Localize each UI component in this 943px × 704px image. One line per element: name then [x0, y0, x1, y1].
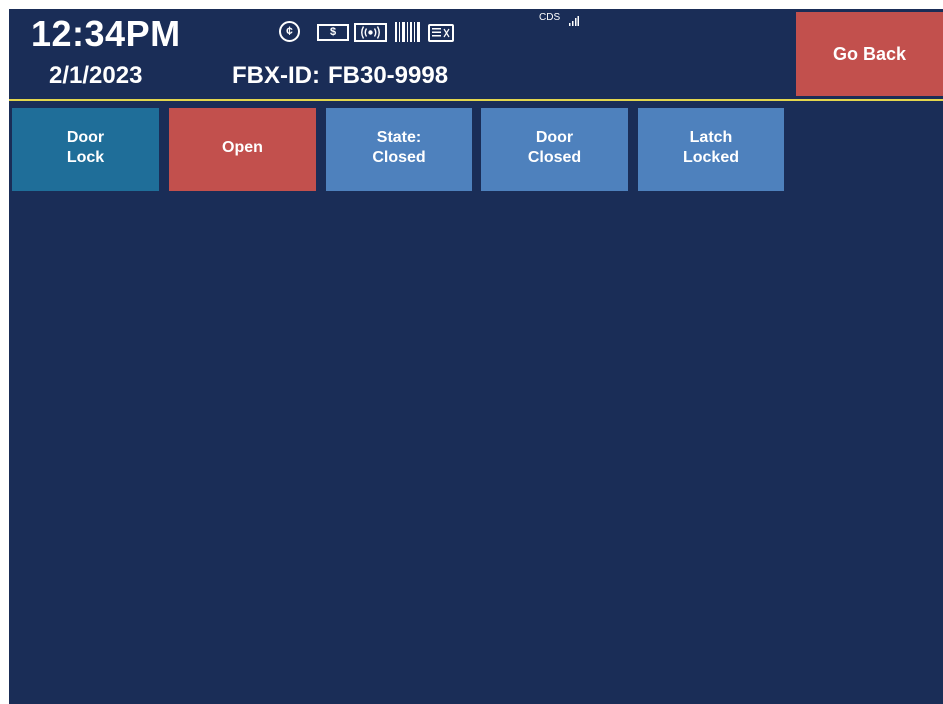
current-date: 2/1/2023 [49, 62, 143, 89]
fbx-id-value: FB30-9998 [327, 62, 449, 89]
network-status-text: CDS [539, 12, 561, 23]
kiosk-screen: 12:34PM 2/1/2023 FBX-ID: FB30-9998 ¢ $ C… [9, 9, 943, 704]
clock-time: 12:34PM [31, 13, 181, 54]
door-lock-button[interactable]: Door Lock [12, 108, 159, 191]
fbx-id-label: FBX-ID: [232, 62, 320, 89]
coin-icon: ¢ [279, 21, 300, 42]
signal-icon [569, 13, 579, 31]
door-status-indicator: Door Closed [481, 108, 628, 191]
nfc-icon [354, 23, 387, 42]
state-indicator: State: Closed [326, 108, 472, 191]
open-button[interactable]: Open [169, 108, 316, 191]
header-bar: 12:34PM 2/1/2023 FBX-ID: FB30-9998 ¢ $ C… [9, 9, 943, 99]
header-divider [9, 99, 943, 101]
latch-status-indicator: Latch Locked [638, 108, 784, 191]
card-reader-icon [428, 24, 454, 42]
fbx-id: FBX-ID: FB30-9998 [232, 62, 448, 90]
status-button-row: Door Lock Open State: Closed Door Closed… [9, 108, 943, 191]
go-back-button[interactable]: Go Back [796, 12, 943, 96]
barcode-icon [395, 22, 421, 47]
bill-icon: $ [317, 24, 349, 41]
